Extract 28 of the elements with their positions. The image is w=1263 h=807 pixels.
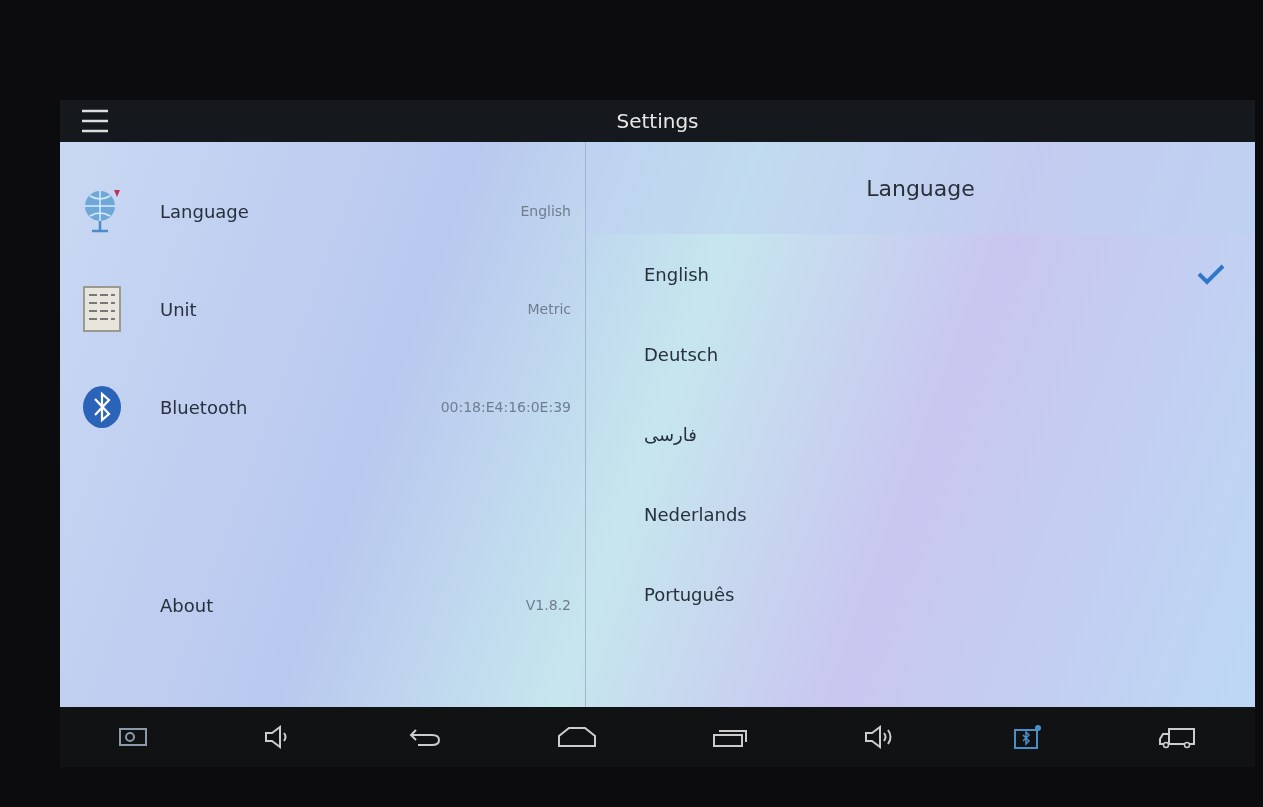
menu-icon[interactable] bbox=[80, 108, 110, 134]
setting-value: English bbox=[520, 203, 571, 219]
bluetooth-icon bbox=[82, 385, 122, 429]
back-icon[interactable] bbox=[407, 726, 442, 748]
language-option[interactable]: Deutsch bbox=[586, 314, 1255, 394]
setting-value: V1.8.2 bbox=[525, 597, 571, 613]
settings-item[interactable]: About V1.8.2 bbox=[60, 556, 585, 654]
truck-icon[interactable] bbox=[1157, 725, 1198, 749]
settings-item[interactable]: Unit Metric bbox=[60, 260, 585, 358]
setting-value: 00:18:E4:16:0E:39 bbox=[440, 399, 571, 415]
screen-title: Settings bbox=[616, 109, 699, 133]
home-icon[interactable] bbox=[556, 726, 597, 748]
language-option[interactable]: English bbox=[586, 234, 1255, 314]
setting-label: Language bbox=[160, 200, 249, 222]
language-option[interactable]: فارسی bbox=[586, 394, 1255, 474]
language-option[interactable]: Português bbox=[586, 554, 1255, 634]
setting-label: Unit bbox=[160, 298, 197, 320]
setting-label: About bbox=[160, 594, 214, 616]
setting-label: Bluetooth bbox=[160, 396, 248, 418]
settings-item[interactable]: Bluetooth 00:18:E4:16:0E:39 bbox=[60, 358, 585, 456]
language-option[interactable]: Nederlands bbox=[586, 474, 1255, 554]
bluetooth-card-icon[interactable] bbox=[1012, 724, 1043, 750]
panel-title: Language bbox=[866, 175, 975, 201]
setting-value: Metric bbox=[527, 301, 571, 317]
globe-icon bbox=[82, 188, 122, 234]
screenshot-icon[interactable] bbox=[117, 726, 148, 748]
settings-item[interactable]: Language English bbox=[60, 162, 585, 260]
list-document-icon bbox=[82, 285, 122, 333]
